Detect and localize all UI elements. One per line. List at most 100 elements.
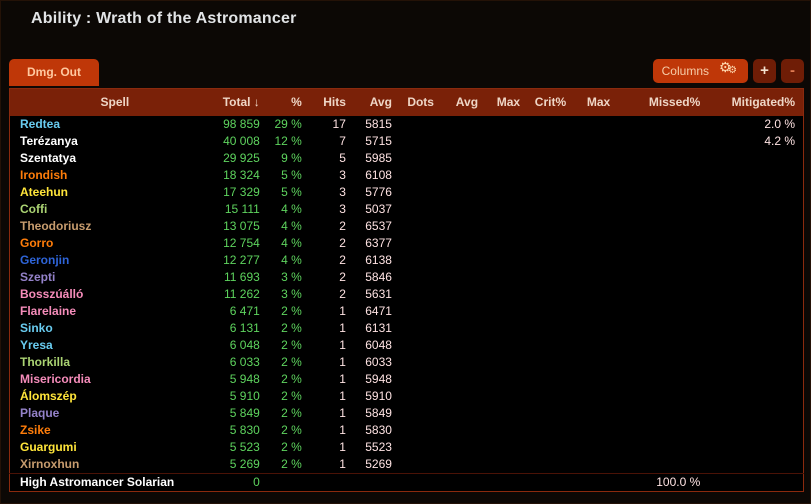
cell-avg: 6108: [354, 167, 400, 184]
cell-percent: 4 %: [268, 252, 310, 269]
spell-name-link[interactable]: Irondish: [10, 167, 220, 184]
cell-crit-percent: [528, 218, 574, 235]
spell-name-link[interactable]: Redtea: [10, 116, 220, 133]
cell-hits: 2: [310, 286, 354, 303]
cell-avg: 5815: [354, 116, 400, 133]
spell-name-link[interactable]: Misericordia: [10, 371, 220, 388]
cell-dots: [400, 422, 442, 439]
cell-percent: 2 %: [268, 371, 310, 388]
column-header-missedpct[interactable]: Missed%: [618, 89, 708, 116]
spell-name-link[interactable]: Thorkilla: [10, 354, 220, 371]
column-header-max[interactable]: Max: [574, 89, 618, 116]
spell-name-link[interactable]: Álomszép: [10, 388, 220, 405]
table-row: Thorkilla6 0332 %16033: [10, 354, 804, 371]
cell-hits: 1: [310, 422, 354, 439]
spell-name-link[interactable]: Flarelaine: [10, 303, 220, 320]
cell-max: [486, 473, 528, 491]
cell-total: 11 262: [220, 286, 268, 303]
spell-name-link[interactable]: Plaque: [10, 405, 220, 422]
cell-max: [486, 218, 528, 235]
cell-hits: 1: [310, 337, 354, 354]
page: Ability : Wrath of the Astromancer Dmg. …: [1, 10, 810, 492]
cell-dots: [400, 320, 442, 337]
cell-crit-percent: [528, 371, 574, 388]
spell-name-link[interactable]: Zsike: [10, 422, 220, 439]
spell-name-link[interactable]: Yresa: [10, 337, 220, 354]
spell-name-link[interactable]: Szentatya: [10, 150, 220, 167]
column-header-total[interactable]: Total ↓: [220, 89, 268, 116]
spell-name-link[interactable]: Geronjin: [10, 252, 220, 269]
spell-name-link[interactable]: Gorro: [10, 235, 220, 252]
cell-mitigated-percent: [708, 422, 803, 439]
cell-mitigated-percent: [708, 150, 803, 167]
cell-percent: 2 %: [268, 337, 310, 354]
cell-hits: 2: [310, 218, 354, 235]
cell-dots: [400, 473, 442, 491]
cell-total: 5 849: [220, 405, 268, 422]
cell-max: [486, 167, 528, 184]
cell-max: [486, 133, 528, 150]
table-row: Szentatya29 9259 %55985: [10, 150, 804, 167]
spell-name-link[interactable]: Xirnoxhun: [10, 456, 220, 474]
cell-total: 5 910: [220, 388, 268, 405]
cell-crit-max: [574, 456, 618, 474]
cell-dot-avg: [442, 252, 486, 269]
cell-max: [486, 320, 528, 337]
column-header-hits[interactable]: Hits: [310, 89, 354, 116]
cell-max: [486, 439, 528, 456]
columns-button[interactable]: Columns ⚙⚙: [653, 59, 748, 83]
table-row: Bosszúálló11 2623 %25631: [10, 286, 804, 303]
spell-name-link[interactable]: Szepti: [10, 269, 220, 286]
spell-name-link[interactable]: Terézanya: [10, 133, 220, 150]
column-header-critpct[interactable]: Crit%: [528, 89, 574, 116]
cell-avg: 6048: [354, 337, 400, 354]
remove-column-button[interactable]: -: [781, 59, 804, 83]
cell-crit-percent: [528, 269, 574, 286]
spell-name-link[interactable]: Ateehun: [10, 184, 220, 201]
column-header-spell[interactable]: Spell: [10, 89, 220, 116]
cell-avg: 6377: [354, 235, 400, 252]
cell-hits: 1: [310, 354, 354, 371]
cell-hits: 1: [310, 303, 354, 320]
column-header-max[interactable]: Max: [486, 89, 528, 116]
cell-crit-percent: [528, 456, 574, 474]
cell-crit-max: [574, 252, 618, 269]
column-header-pct[interactable]: %: [268, 89, 310, 116]
cell-percent: 2 %: [268, 422, 310, 439]
cell-avg: 5631: [354, 286, 400, 303]
add-column-button[interactable]: +: [753, 59, 776, 83]
spell-name-link[interactable]: Theodoriusz: [10, 218, 220, 235]
cell-crit-percent: [528, 320, 574, 337]
cell-dot-avg: [442, 133, 486, 150]
spell-name-link[interactable]: Coffi: [10, 201, 220, 218]
cell-dot-avg: [442, 303, 486, 320]
column-header-avg[interactable]: Avg: [354, 89, 400, 116]
cell-missed-percent: [618, 337, 708, 354]
spell-name-link[interactable]: Guargumi: [10, 439, 220, 456]
cell-dots: [400, 405, 442, 422]
cell-percent: 3 %: [268, 269, 310, 286]
spell-name-link[interactable]: Sinko: [10, 320, 220, 337]
cell-max: [486, 388, 528, 405]
cell-total: 5 830: [220, 422, 268, 439]
column-header-avg[interactable]: Avg: [442, 89, 486, 116]
cell-total: 40 008: [220, 133, 268, 150]
cell-percent: 3 %: [268, 286, 310, 303]
cell-avg: 6537: [354, 218, 400, 235]
tab-dmg-out[interactable]: Dmg. Out: [9, 59, 99, 86]
cell-dots: [400, 456, 442, 474]
cell-dot-avg: [442, 218, 486, 235]
column-header-dots[interactable]: Dots: [400, 89, 442, 116]
column-header-mitigatedpct[interactable]: Mitigated%: [708, 89, 803, 116]
cell-crit-max: [574, 150, 618, 167]
cell-mitigated-percent: [708, 337, 803, 354]
cell-crit-percent: [528, 286, 574, 303]
spell-name-link[interactable]: Bosszúálló: [10, 286, 220, 303]
cell-missed-percent: [618, 184, 708, 201]
spell-name-link[interactable]: High Astromancer Solarian: [10, 473, 220, 491]
cell-crit-percent: [528, 116, 574, 133]
cell-dots: [400, 116, 442, 133]
cell-crit-max: [574, 303, 618, 320]
cell-avg: 6471: [354, 303, 400, 320]
cell-dot-avg: [442, 439, 486, 456]
